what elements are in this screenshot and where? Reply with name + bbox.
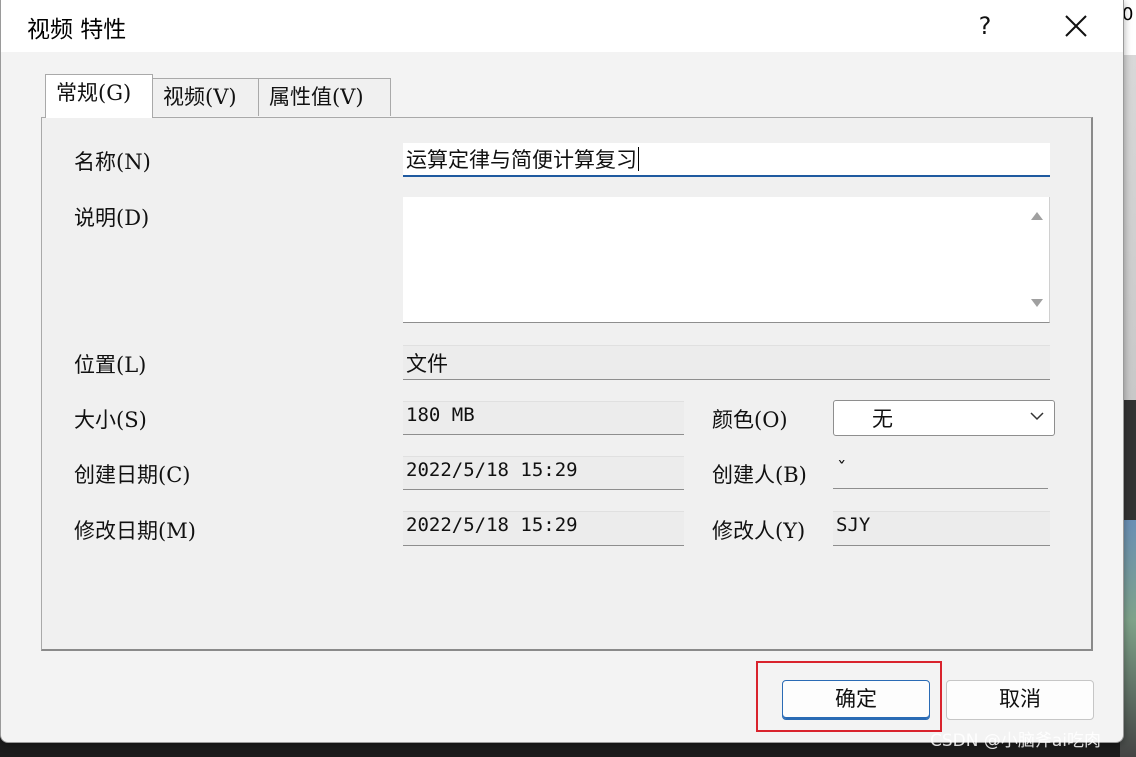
created-date-label: 创建日期(C) <box>74 463 191 487</box>
dialog-title: 视频 特性 <box>27 17 127 43</box>
help-button[interactable]: ? <box>967 6 1003 46</box>
cancel-button[interactable]: 取消 <box>946 680 1094 720</box>
tab-properties[interactable]: 属性值(V) <box>258 78 391 116</box>
name-input[interactable]: 运算定律与简便计算复习 <box>403 143 1050 177</box>
color-value: 无 <box>872 407 893 431</box>
close-icon <box>1065 15 1087 37</box>
color-label: 颜色(O) <box>712 408 788 432</box>
creator-field: ˇ <box>833 456 1048 489</box>
name-label: 名称(N) <box>74 150 151 174</box>
modified-date-field: 2022/5/18 15:29 <box>403 511 684 546</box>
properties-dialog: 视频 特性 ? 常规(G) 视频(V) 属性值(V) 名称(N) 运算定律与简便… <box>0 0 1124 743</box>
description-textarea[interactable] <box>403 197 1050 323</box>
text-caret <box>638 147 639 171</box>
location-field: 文件 <box>403 345 1050 380</box>
size-label: 大小(S) <box>74 408 147 432</box>
tab-general[interactable]: 常规(G) <box>45 74 153 118</box>
annotation-highlight-box <box>756 661 942 732</box>
close-button[interactable] <box>1055 6 1095 46</box>
creator-label: 创建人(B) <box>712 463 807 487</box>
title-bar: 视频 特性 ? <box>1 0 1123 52</box>
modifier-field: SJY <box>833 511 1050 546</box>
color-select[interactable]: 无 <box>833 400 1055 436</box>
scroll-down-icon[interactable] <box>1031 299 1043 307</box>
created-date-field: 2022/5/18 15:29 <box>403 456 684 490</box>
chevron-down-icon <box>1030 412 1044 421</box>
description-label: 说明(D) <box>74 206 150 230</box>
size-field: 180 MB <box>403 401 684 435</box>
modified-date-label: 修改日期(M) <box>74 519 196 543</box>
tab-video[interactable]: 视频(V) <box>152 78 259 116</box>
watermark: CSDN @小脑斧ai吃肉 <box>930 731 1102 751</box>
name-value: 运算定律与简便计算复习 <box>406 148 637 172</box>
location-label: 位置(L) <box>74 353 147 377</box>
modifier-label: 修改人(Y) <box>712 519 806 543</box>
scroll-up-icon[interactable] <box>1031 212 1043 220</box>
